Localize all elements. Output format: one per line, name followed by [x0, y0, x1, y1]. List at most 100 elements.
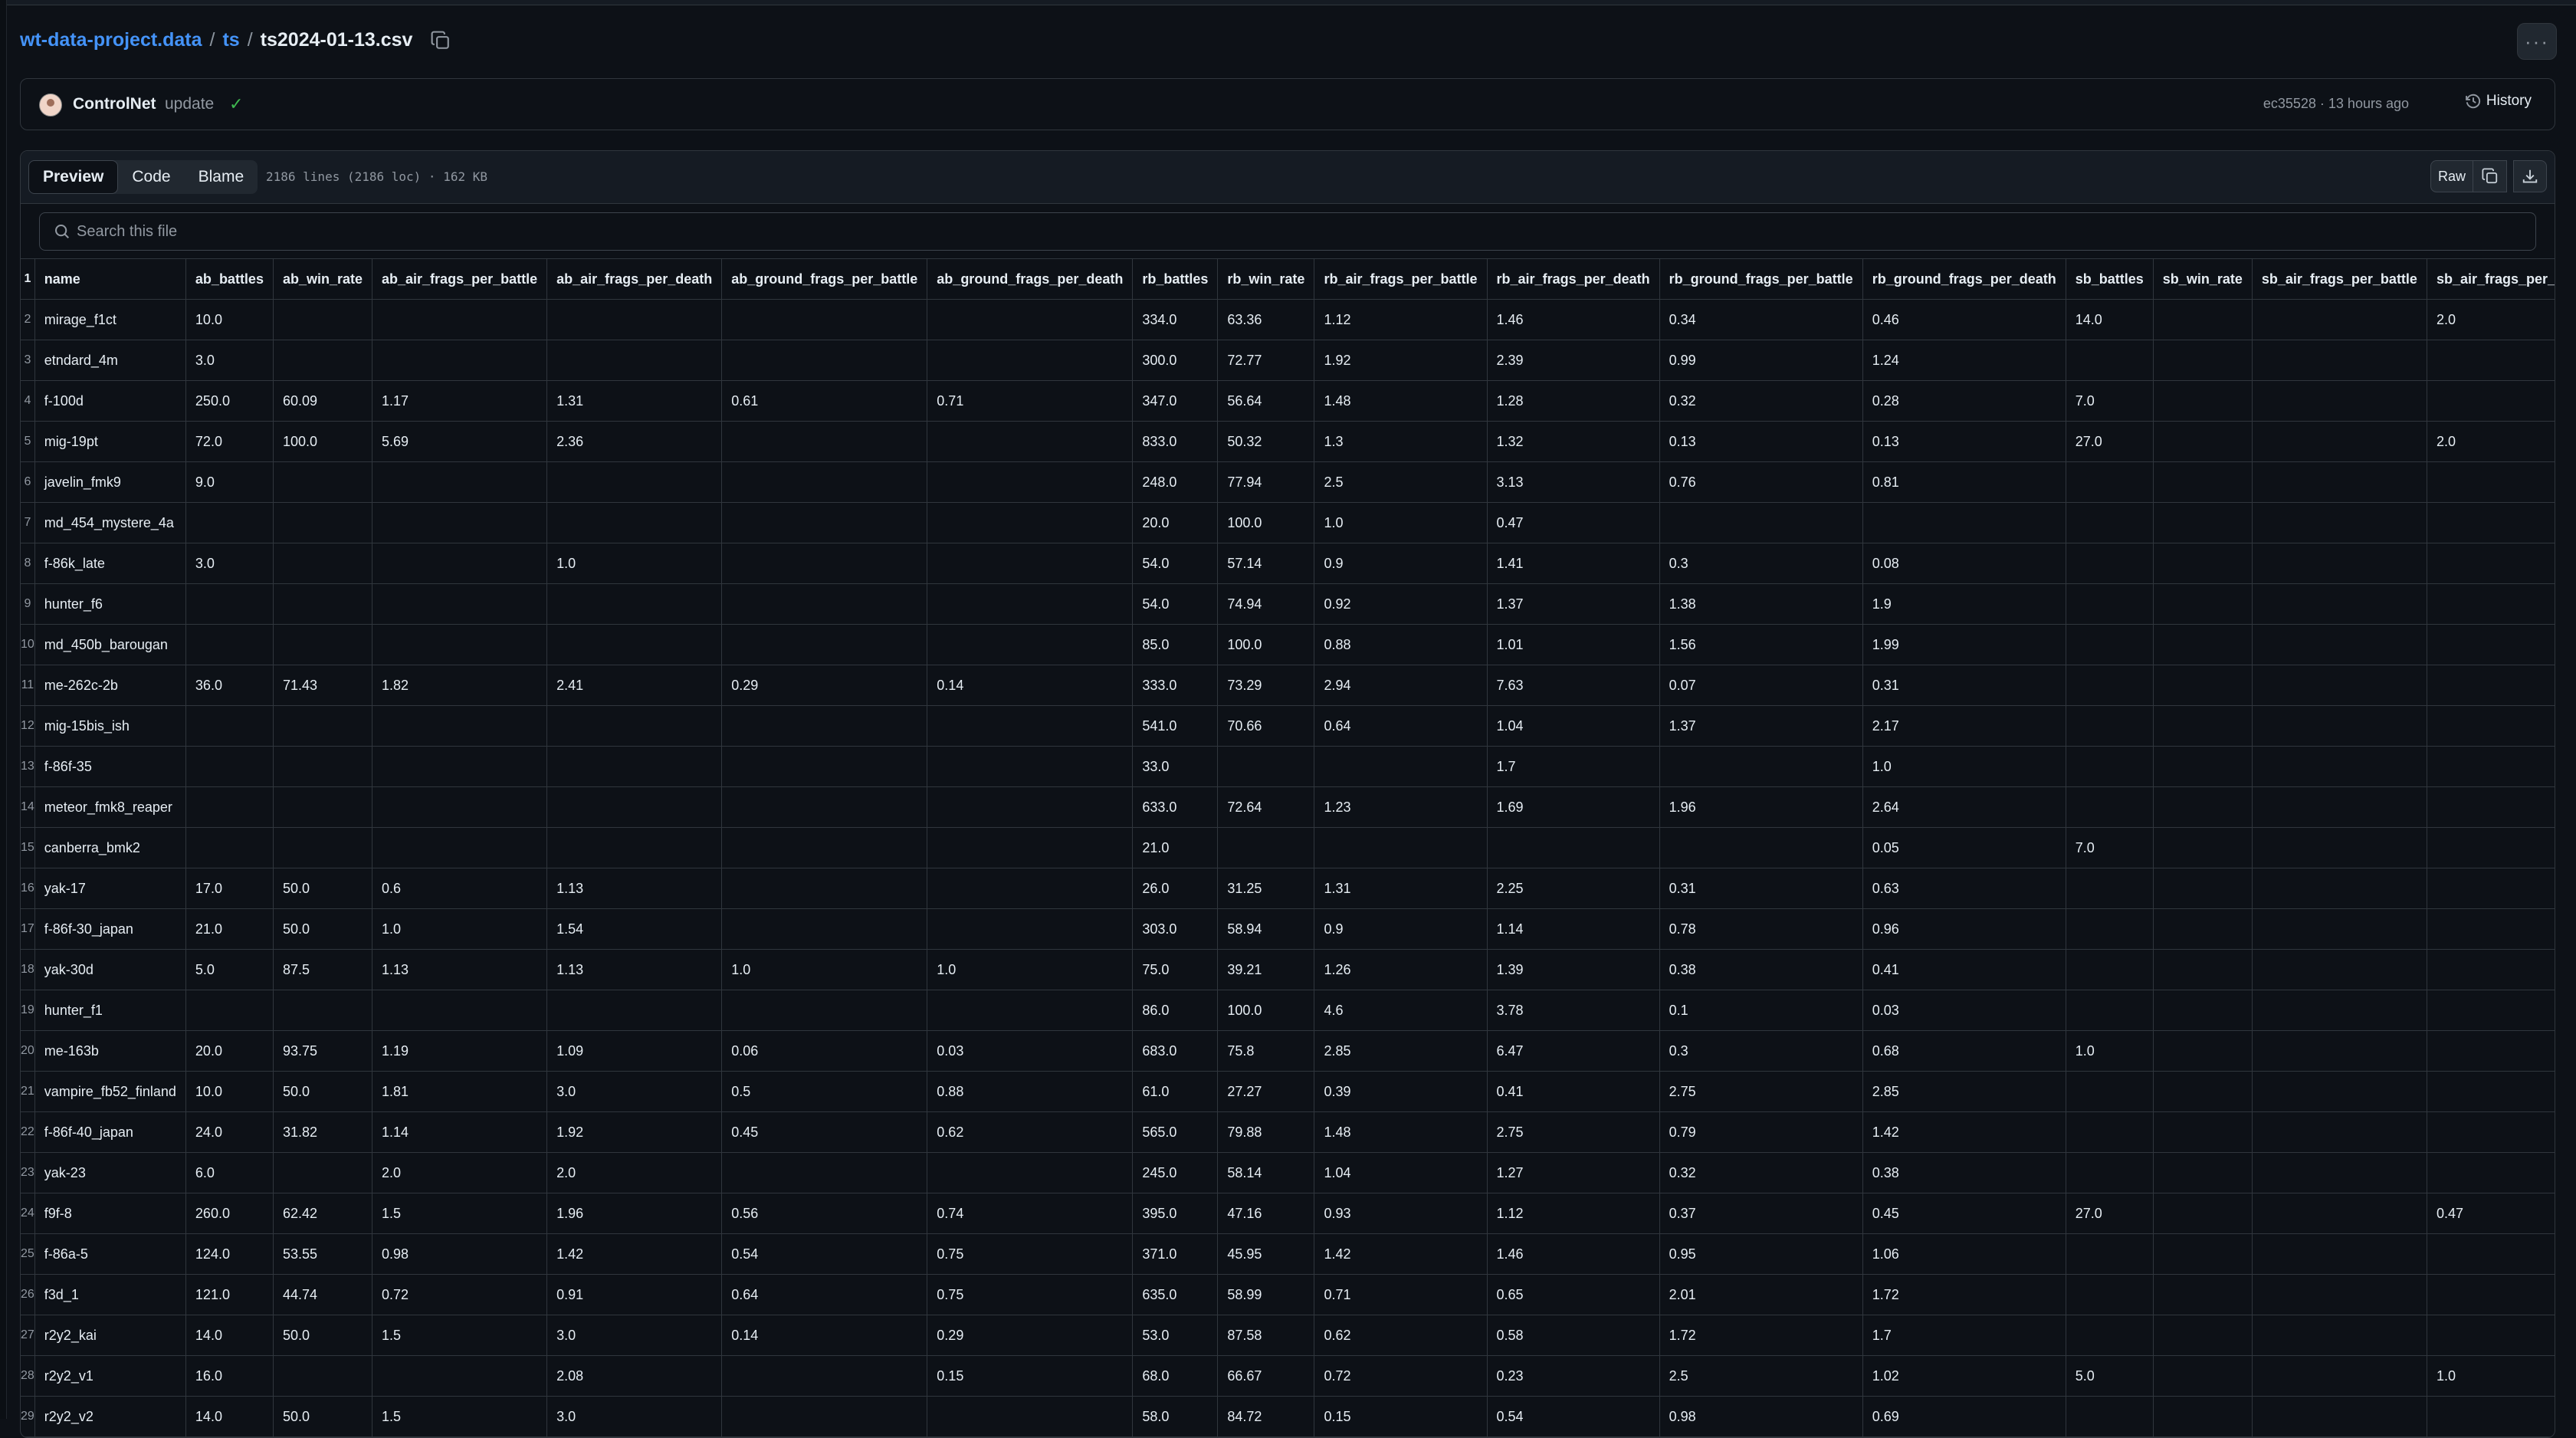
line-number[interactable]: 6	[21, 461, 35, 503]
table-cell: 10.0	[185, 299, 274, 340]
line-number[interactable]: 24	[21, 1193, 35, 1234]
line-number[interactable]: 8	[21, 543, 35, 584]
copy-icon[interactable]	[431, 31, 451, 51]
more-options-button[interactable]: ···	[2517, 23, 2557, 60]
copy-raw-button[interactable]	[2473, 160, 2507, 192]
table-cell: 1.5	[372, 1315, 548, 1356]
line-number[interactable]: 18	[21, 949, 35, 990]
line-number[interactable]: 11	[21, 665, 35, 706]
line-number[interactable]: 29	[21, 1396, 35, 1437]
column-header: name	[34, 258, 186, 300]
table-cell: 50.0	[272, 868, 373, 909]
avatar[interactable]	[39, 94, 62, 117]
table-cell: 1.72	[1659, 1315, 1863, 1356]
table-cell	[2065, 1274, 2154, 1315]
table-cell	[2065, 949, 2154, 990]
table-cell: 1.28	[1486, 380, 1660, 422]
table-cell: r2y2_kai	[34, 1315, 186, 1356]
table-cell	[372, 583, 548, 625]
table-cell	[2152, 1274, 2253, 1315]
table-cell: 1.0	[927, 949, 1134, 990]
table-cell	[721, 908, 928, 950]
line-number[interactable]: 22	[21, 1111, 35, 1153]
line-number[interactable]: 9	[21, 583, 35, 625]
line-number[interactable]: 17	[21, 908, 35, 950]
history-button[interactable]: History	[2465, 93, 2532, 110]
line-number[interactable]: 25	[21, 1233, 35, 1275]
table-cell	[2251, 1233, 2427, 1275]
table-cell	[2152, 705, 2253, 747]
csv-table: 1 name ab_battles ab_win_rate ab_air_frags_p…	[21, 258, 2555, 1437]
table-cell: 333.0	[1132, 665, 1219, 706]
table-row: 24 f9f-8 260.0 62.42 1.5 1.96 0.56 0.74 395.0 47.…	[21, 1193, 2555, 1234]
table-cell	[272, 990, 373, 1031]
download-button[interactable]	[2513, 160, 2547, 192]
table-cell	[2251, 502, 2427, 543]
table-cell: 565.0	[1132, 1111, 1219, 1153]
table-cell	[2426, 461, 2555, 503]
table-cell: 2.75	[1486, 1111, 1660, 1153]
table-cell: 1.13	[546, 949, 723, 990]
table-cell	[927, 340, 1134, 381]
table-cell: 0.32	[1659, 1152, 1863, 1193]
table-cell	[546, 624, 723, 665]
breadcrumb-repo-link[interactable]: wt-data-project.data	[20, 29, 202, 51]
commit-meta[interactable]: ec35528 · 13 hours ago	[2263, 96, 2409, 112]
line-number[interactable]: 14	[21, 786, 35, 828]
line-number[interactable]: 5	[21, 421, 35, 462]
table-cell: 58.99	[1217, 1274, 1315, 1315]
table-cell: 303.0	[1132, 908, 1219, 950]
line-number[interactable]: 16	[21, 868, 35, 909]
line-number[interactable]: 20	[21, 1030, 35, 1072]
table-cell	[927, 502, 1134, 543]
tab-blame[interactable]: Blame	[185, 160, 258, 194]
table-cell: 87.58	[1217, 1315, 1315, 1356]
table-cell: 2.08	[546, 1355, 723, 1397]
line-number[interactable]: 19	[21, 990, 35, 1031]
table-cell: 24.0	[185, 1111, 274, 1153]
tab-code[interactable]: Code	[118, 160, 184, 194]
table-cell: 1.46	[1486, 299, 1660, 340]
line-number[interactable]: 21	[21, 1071, 35, 1112]
table-cell: 245.0	[1132, 1152, 1219, 1193]
table-cell: 58.14	[1217, 1152, 1315, 1193]
table-cell: 1.0	[2065, 1030, 2154, 1072]
line-number[interactable]: 4	[21, 380, 35, 422]
line-number[interactable]: 23	[21, 1152, 35, 1193]
table-cell: 1.7	[1862, 1315, 2066, 1356]
line-number[interactable]: 28	[21, 1355, 35, 1397]
commit-author[interactable]: ControlNet	[73, 95, 156, 113]
line-number[interactable]: 15	[21, 827, 35, 868]
table-cell: 0.32	[1659, 380, 1863, 422]
table-cell: 0.45	[721, 1111, 928, 1153]
line-number[interactable]: 2	[21, 299, 35, 340]
breadcrumb-folder-link[interactable]: ts	[222, 29, 239, 51]
line-number[interactable]: 27	[21, 1315, 35, 1356]
line-number[interactable]: 13	[21, 746, 35, 787]
table-cell: 1.14	[372, 1111, 548, 1153]
raw-button[interactable]: Raw	[2430, 160, 2473, 192]
line-number[interactable]: 7	[21, 502, 35, 543]
table-cell: 2.01	[1659, 1274, 1863, 1315]
column-header: rb_ground_frags_per_battle	[1659, 258, 1863, 300]
line-number[interactable]: 26	[21, 1274, 35, 1315]
table-cell: yak-30d	[34, 949, 186, 990]
line-number[interactable]: 3	[21, 340, 35, 381]
table-cell: 0.15	[1314, 1396, 1488, 1437]
column-header: ab_air_frags_per_battle	[372, 258, 548, 300]
table-cell: 2.39	[1486, 340, 1660, 381]
table-cell	[721, 1396, 928, 1437]
commit-message[interactable]: update	[165, 95, 214, 113]
tab-preview[interactable]: Preview	[28, 160, 119, 194]
table-cell: 1.09	[546, 1030, 723, 1072]
view-mode-tabs: Preview Code Blame	[28, 160, 258, 194]
line-number[interactable]: 12	[21, 705, 35, 747]
line-number[interactable]: 1	[21, 258, 35, 300]
column-header: rb_battles	[1132, 258, 1219, 300]
table-cell	[2152, 1396, 2253, 1437]
line-number[interactable]: 10	[21, 624, 35, 665]
table-row: 9 hunter_f6 54.0 74.94 0.92 1.37 1.38 1.9	[21, 583, 2555, 625]
search-input[interactable]	[75, 222, 2377, 241]
table-row: 29 r2y2_v2 14.0 50.0 1.5 3.0 58.0 84.72 0.15 0.54…	[21, 1396, 2555, 1437]
table-row: 3 etndard_4m 3.0 300.0 72.77 1.92 2.39 0.99 1.24	[21, 340, 2555, 381]
